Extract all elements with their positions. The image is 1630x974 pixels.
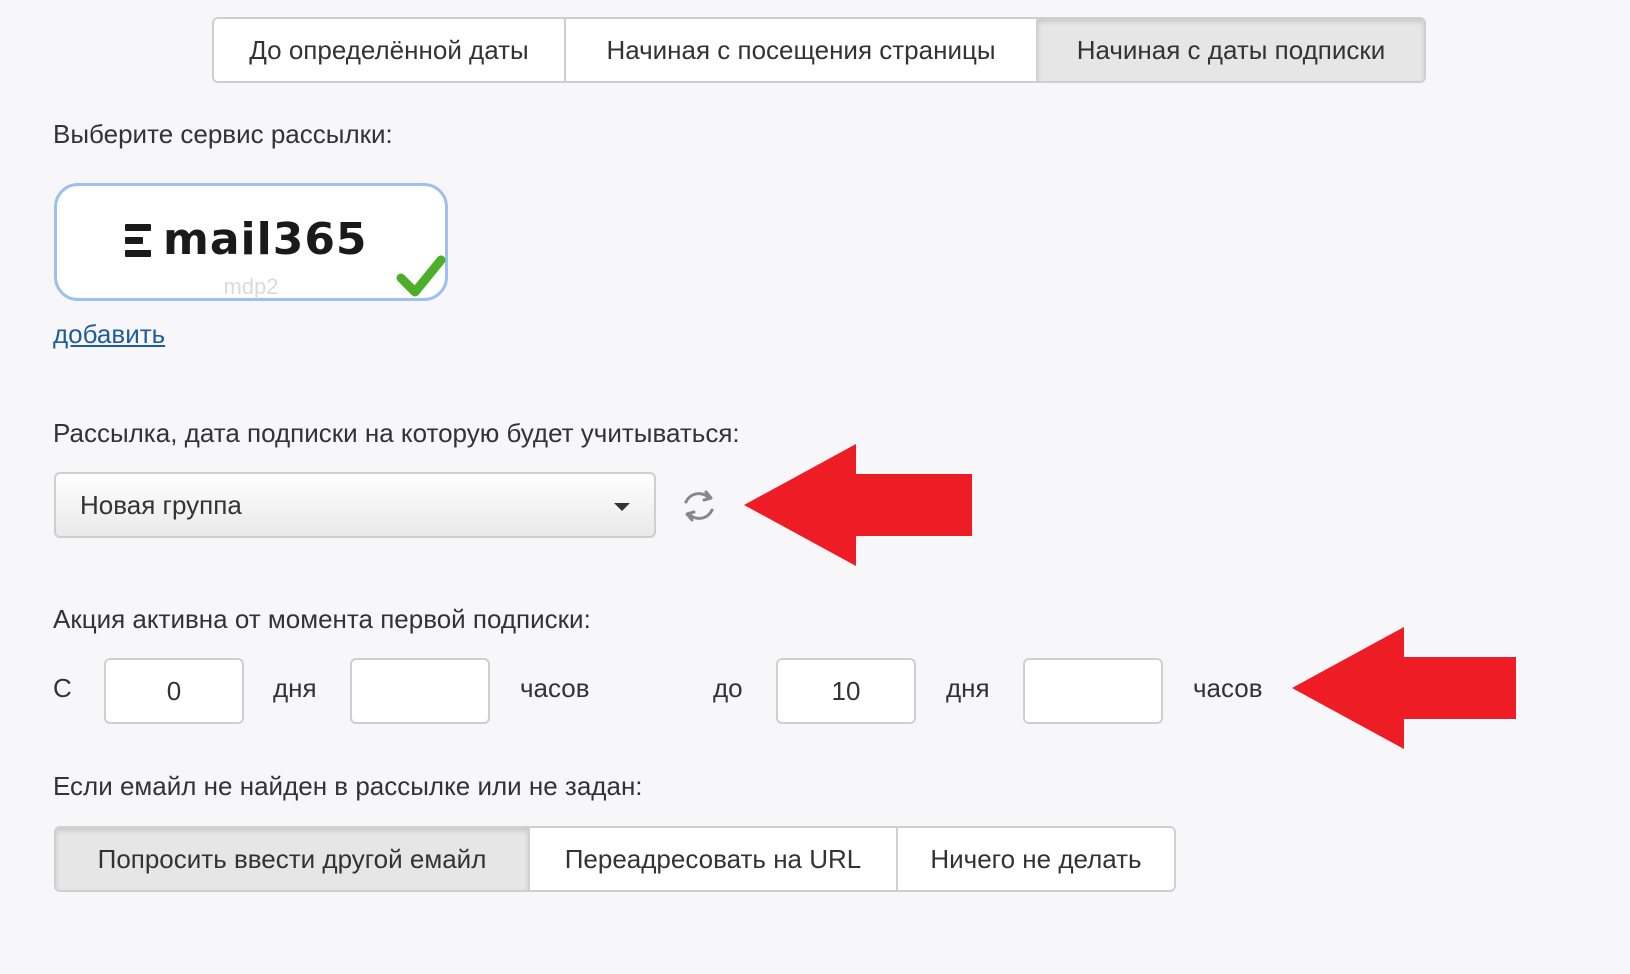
- option-redirect-url[interactable]: Переадресовать на URL: [530, 828, 898, 890]
- from-hours-input[interactable]: [350, 658, 490, 724]
- tab-until-date[interactable]: До определённой даты: [214, 19, 566, 81]
- mail365-logo: mail365: [125, 218, 368, 262]
- option-ask-other-email[interactable]: Попросить ввести другой емайл: [56, 828, 530, 890]
- chevron-down-icon: [614, 503, 630, 511]
- mailing-select-value: Новая группа: [80, 489, 242, 520]
- to-days-unit: дня: [946, 673, 990, 703]
- logo-bars-icon: [125, 223, 151, 257]
- service-label: Выберите сервис рассылки:: [53, 119, 393, 149]
- from-label: С: [53, 673, 72, 703]
- mode-tabs: До определённой даты Начиная с посещения…: [212, 17, 1426, 83]
- red-arrow-icon: [1292, 627, 1516, 749]
- period-label: Акция активна от момента первой подписки…: [53, 604, 591, 634]
- not-found-label: Если емайл не найден в рассылке или не з…: [53, 771, 643, 801]
- from-days-unit: дня: [273, 673, 317, 703]
- from-days-input[interactable]: [104, 658, 244, 724]
- mailing-label: Рассылка, дата подписки на которую будет…: [53, 418, 740, 448]
- tab-from-page-visit[interactable]: Начиная с посещения страницы: [566, 19, 1038, 81]
- to-label: до: [713, 673, 743, 703]
- to-days-input[interactable]: [776, 658, 916, 724]
- from-hours-unit: часов: [520, 673, 590, 703]
- not-found-options: Попросить ввести другой емайл Переадресо…: [54, 826, 1176, 892]
- service-card-mail365[interactable]: mail365 mdp2: [54, 183, 448, 301]
- add-service-link[interactable]: добавить: [53, 319, 165, 350]
- to-hours-input[interactable]: [1023, 658, 1163, 724]
- tab-from-subscription-date[interactable]: Начиная с даты подписки: [1038, 19, 1424, 81]
- to-hours-unit: часов: [1193, 673, 1263, 703]
- mailing-select[interactable]: Новая группа: [54, 472, 656, 538]
- service-name: mail365: [163, 214, 368, 265]
- red-arrow-icon: [744, 444, 972, 566]
- refresh-icon[interactable]: [679, 488, 719, 524]
- checkmark-icon: [396, 255, 446, 297]
- service-account: mdp2: [223, 274, 279, 299]
- option-do-nothing[interactable]: Ничего не делать: [898, 828, 1174, 890]
